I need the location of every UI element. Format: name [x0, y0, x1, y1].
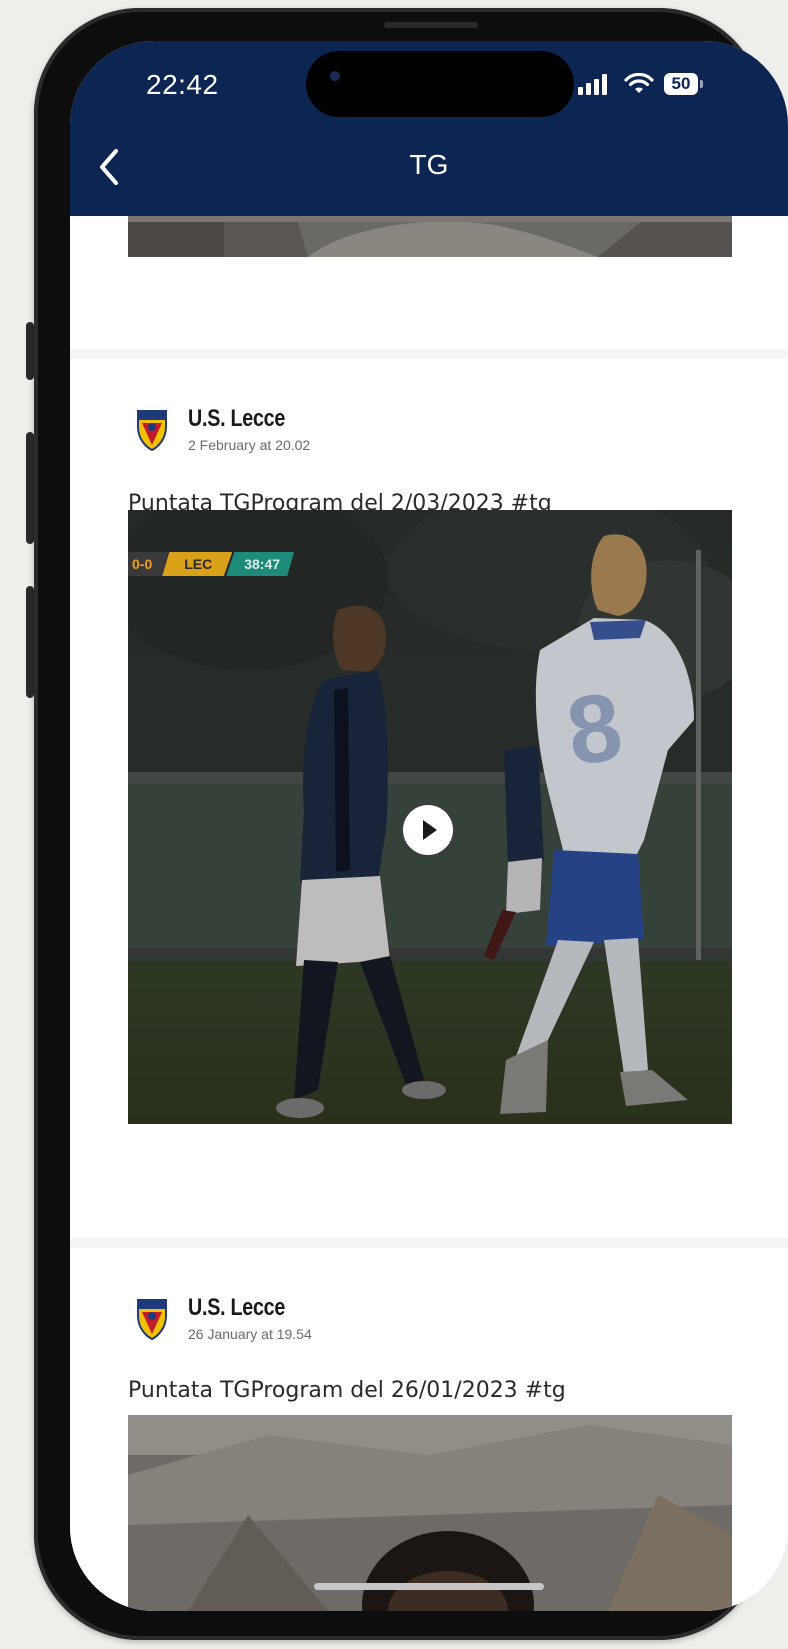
stage: 22:42 50 TG U.S. Lecce 2 February at 20.… [0, 0, 788, 1649]
post-gap [70, 1124, 788, 1238]
page-title: TG [409, 149, 449, 180]
post-author: U.S. Lecce [188, 405, 286, 432]
post-caption: Puntata TGProgram del 26/01/2023 #tg [128, 1378, 566, 1403]
phone-side-button-volume-down [26, 586, 34, 698]
camera-dot [330, 71, 340, 81]
home-indicator[interactable] [314, 1583, 544, 1590]
app-header: 22:42 50 TG [70, 41, 788, 216]
post-header[interactable]: U.S. Lecce 26 January at 19.54 [128, 1292, 732, 1352]
battery-icon: 50 [664, 73, 698, 95]
post-date: 26 January at 19.54 [188, 1326, 312, 1342]
wifi-icon [624, 73, 654, 93]
post-video[interactable]: 8 0-0 LEC 38:47 [128, 510, 732, 1124]
status-time: 22:42 [146, 69, 219, 100]
phone-frame: 22:42 50 TG U.S. Lecce 2 February at 20.… [34, 8, 788, 1640]
post-separator [70, 349, 788, 359]
phone-side-button-volume-up [26, 432, 34, 544]
club-logo-icon [137, 410, 167, 451]
post-date: 2 February at 20.02 [188, 437, 311, 453]
battery-tip [700, 80, 703, 88]
feed[interactable]: U.S. Lecce 2 February at 20.02 Puntata T… [70, 216, 788, 1611]
scoreboard-clock: 38:47 [226, 552, 295, 576]
dynamic-island [306, 51, 574, 117]
club-logo-icon [137, 1299, 167, 1340]
post-separator [70, 1238, 788, 1248]
post-video[interactable] [128, 1415, 732, 1611]
status-icons: 50 [578, 73, 718, 99]
previous-post-media[interactable] [128, 216, 732, 257]
phone-speaker [384, 22, 478, 28]
phone-side-button-mute [26, 322, 34, 380]
post-author: U.S. Lecce [188, 1294, 286, 1321]
app-screen: 22:42 50 TG U.S. Lecce 2 February at 20.… [70, 41, 788, 1611]
post-header[interactable]: U.S. Lecce 2 February at 20.02 [128, 403, 732, 463]
scoreboard-score: 0-0 [128, 552, 169, 576]
video-scoreboard: 0-0 LEC 38:47 [128, 552, 295, 576]
scoreboard-team: LEC [162, 552, 233, 576]
post-gap [70, 257, 788, 349]
signal-bars-icon [578, 73, 614, 95]
play-icon[interactable] [403, 805, 453, 855]
